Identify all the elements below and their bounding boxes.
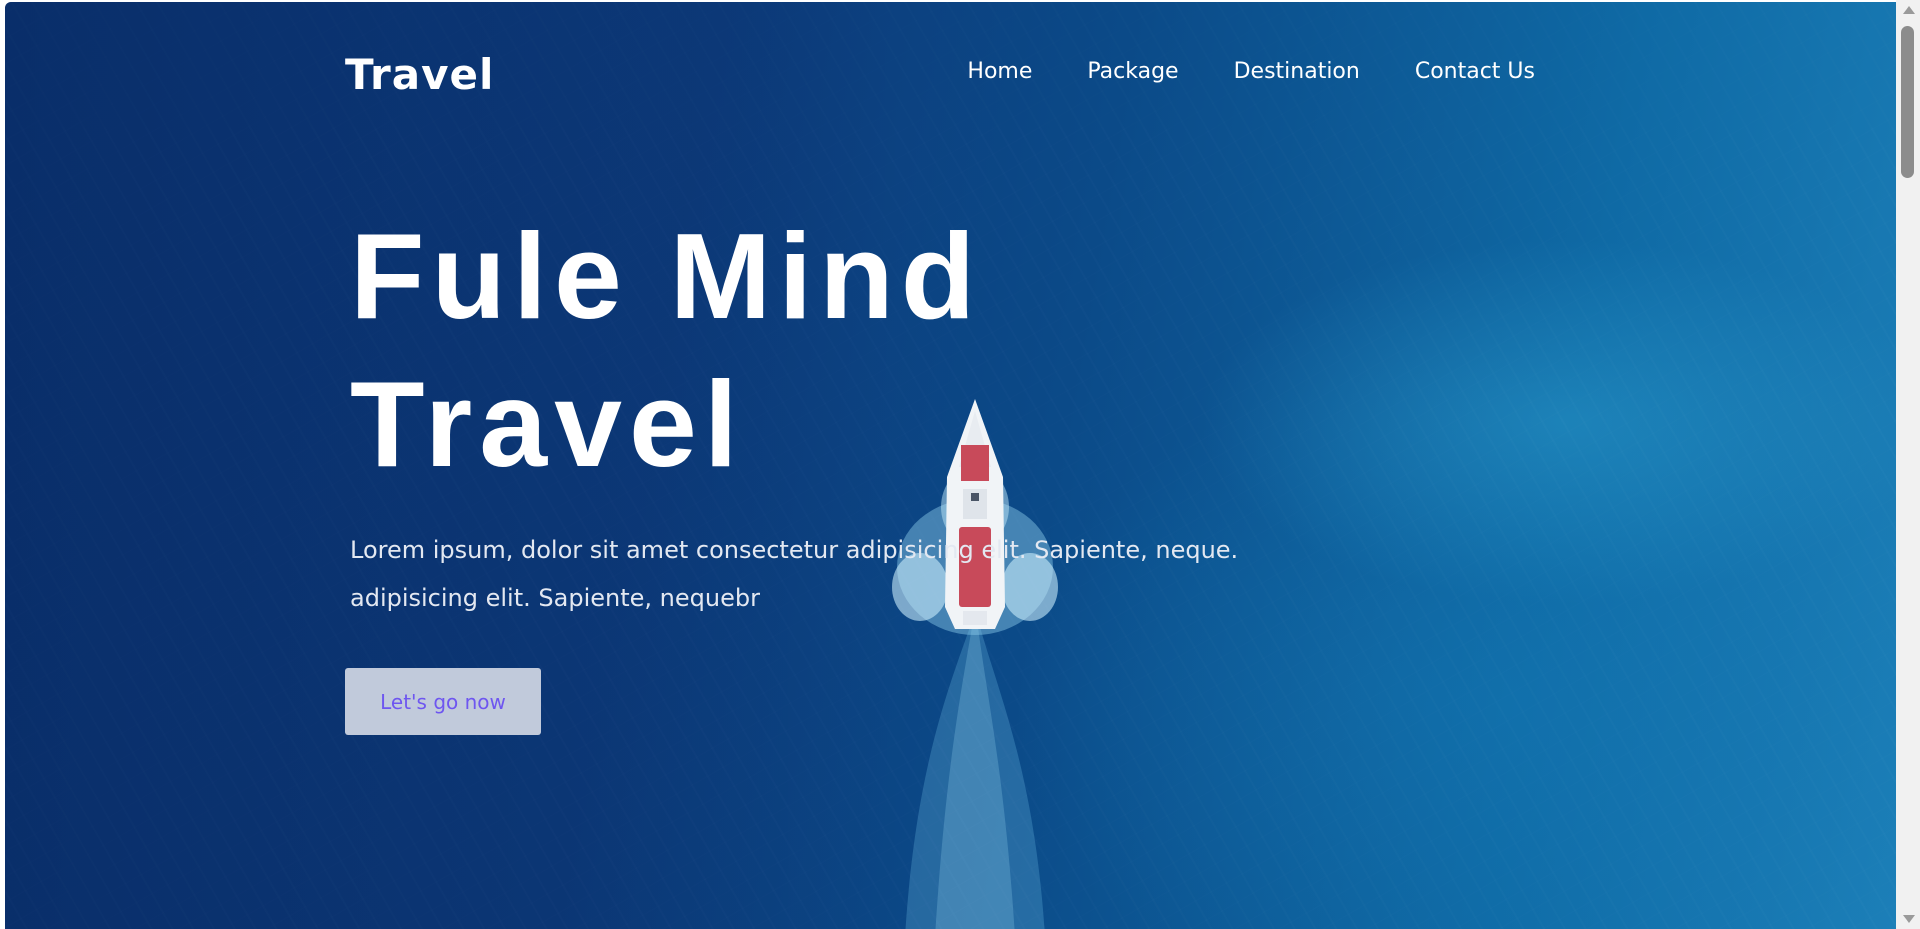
- nav-menu: Home Package Destination Contact Us: [967, 58, 1535, 86]
- top-navigation: Travel Home Package Destination Contact …: [345, 46, 1535, 106]
- hero-background: Travel Home Package Destination Contact …: [5, 2, 1896, 929]
- hero-description-line1: Lorem ipsum, dolor sit amet consectetur …: [350, 536, 1239, 564]
- scroll-up-arrow-icon[interactable]: [1903, 6, 1915, 14]
- hero-title-line2: Travel: [350, 356, 745, 492]
- scrollbar-thumb[interactable]: [1901, 26, 1914, 178]
- hero-description-line2: adipisicing elit. Sapiente, nequebr: [350, 584, 760, 612]
- lets-go-now-button[interactable]: Let's go now: [345, 668, 541, 735]
- nav-package-link[interactable]: Package: [1087, 58, 1178, 86]
- hero-title-line1: Fule Mind: [350, 208, 983, 344]
- hero-title: Fule Mind Travel: [350, 202, 1350, 498]
- nav-contact-us-link[interactable]: Contact Us: [1415, 58, 1535, 86]
- hero-description: Lorem ipsum, dolor sit amet consectetur …: [350, 526, 1330, 622]
- nav-home-link[interactable]: Home: [967, 58, 1032, 86]
- hero-content: Fule Mind Travel Lorem ipsum, dolor sit …: [350, 202, 1350, 622]
- site-logo[interactable]: Travel: [345, 50, 494, 100]
- nav-destination-link[interactable]: Destination: [1234, 58, 1360, 86]
- scroll-down-arrow-icon[interactable]: [1903, 915, 1915, 923]
- page-scrollbar[interactable]: [1896, 0, 1920, 929]
